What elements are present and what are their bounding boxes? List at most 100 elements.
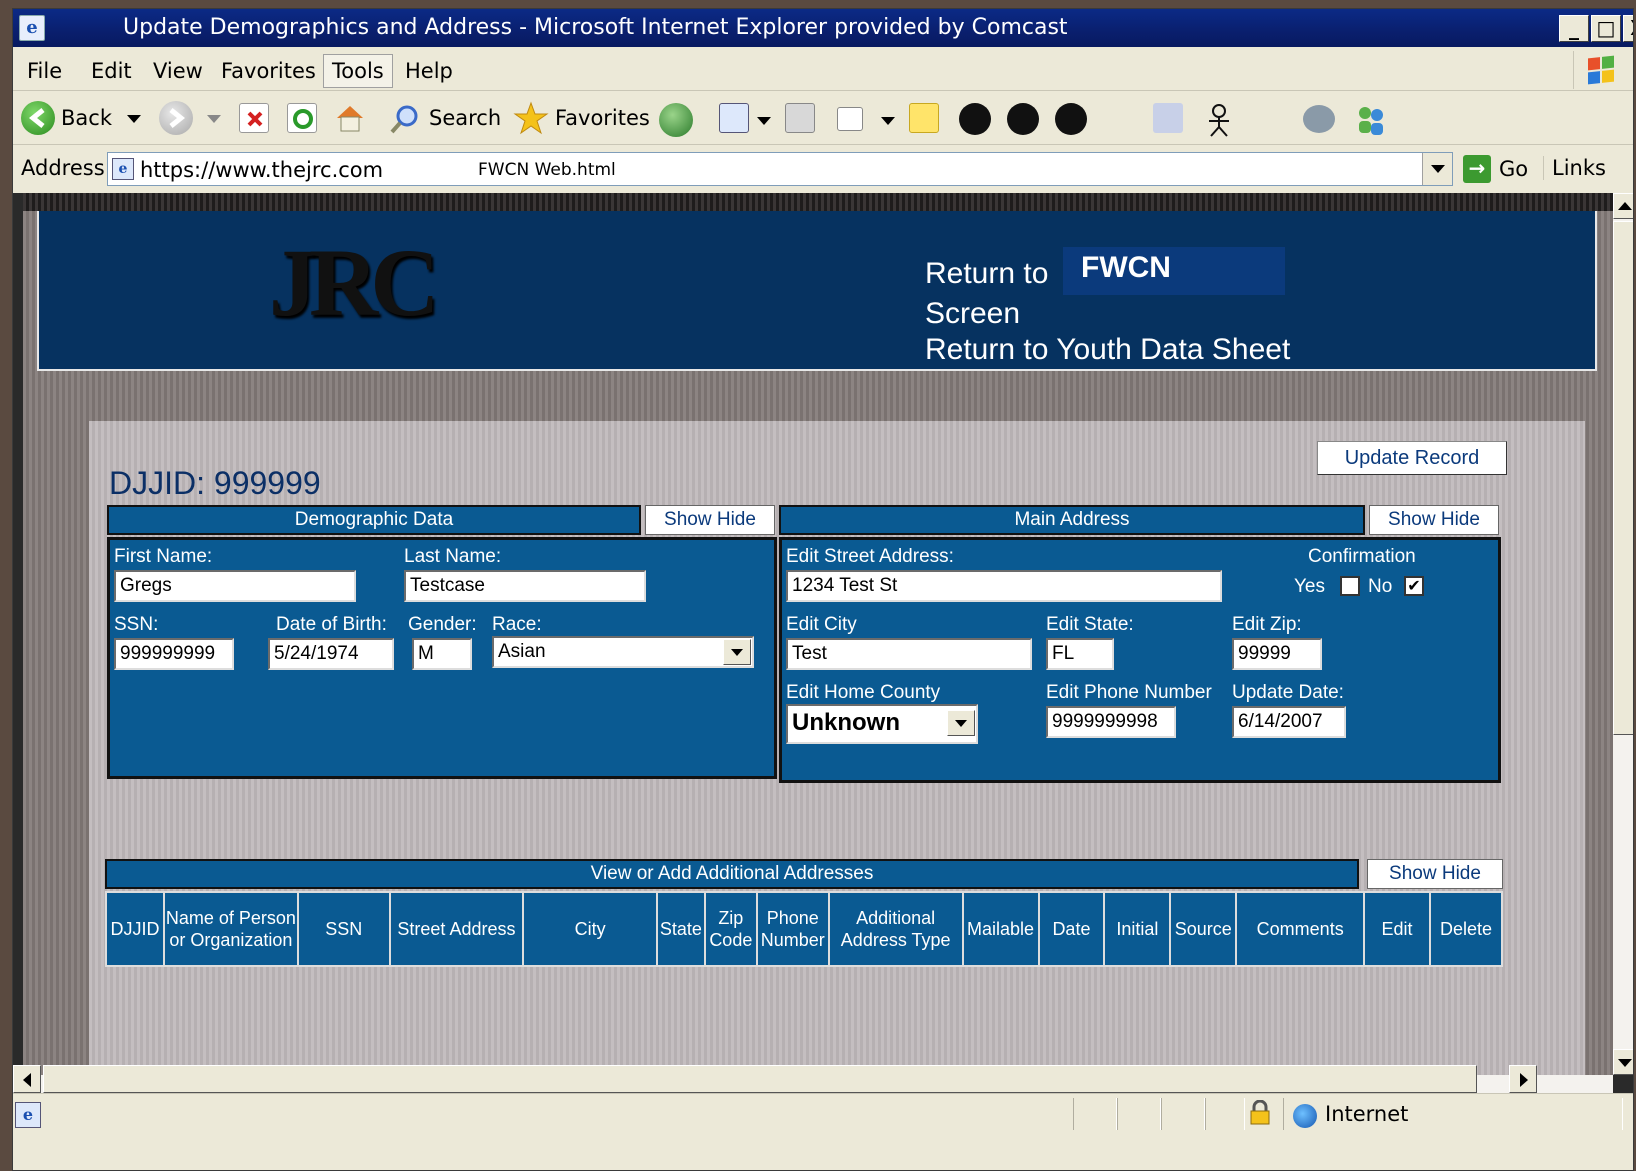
- col-delete: Delete: [1428, 891, 1504, 967]
- address-dropdown-icon[interactable]: [1422, 153, 1452, 185]
- screen-label[interactable]: Screen: [925, 297, 1020, 331]
- vertical-scrollbar[interactable]: [1613, 193, 1633, 1075]
- scroll-right-button[interactable]: [1509, 1065, 1537, 1093]
- edit-dropdown-icon[interactable]: [881, 117, 895, 125]
- print-icon[interactable]: [785, 103, 815, 133]
- home-icon[interactable]: [333, 101, 363, 132]
- return-to-link-text[interactable]: Return to: [925, 257, 1048, 291]
- page-viewport: JRC Return to FWCN Screen Return to Yout…: [13, 193, 1633, 1093]
- menu-file[interactable]: File: [19, 57, 70, 85]
- county-select[interactable]: Unknown: [786, 704, 978, 744]
- jrc-logo: JRC: [269, 223, 459, 353]
- close-button[interactable]: X: [1623, 15, 1633, 42]
- city-field[interactable]: Test: [786, 638, 1032, 670]
- windows-logo-icon: [1573, 51, 1629, 89]
- mail-icon[interactable]: [719, 103, 749, 133]
- return-to-label[interactable]: Return to: [925, 257, 1048, 290]
- confirmation-no-checkbox[interactable]: ✔: [1404, 576, 1424, 596]
- ssn-field[interactable]: 999999999: [114, 638, 234, 670]
- state-label: Edit State:: [1046, 614, 1134, 635]
- discuss-icon[interactable]: [1303, 105, 1335, 133]
- col-state: State: [655, 891, 706, 967]
- last-name-field[interactable]: Testcase: [404, 570, 646, 602]
- zip-label: Edit Zip:: [1232, 614, 1302, 635]
- scroll-left-button[interactable]: [13, 1065, 41, 1093]
- messenger-person-icon[interactable]: [1203, 103, 1233, 137]
- title-bar: e Update Demographics and Address - Micr…: [13, 9, 1633, 47]
- window-title: Update Demographics and Address - Micros…: [123, 15, 1068, 40]
- status-bar: e Internet: [13, 1093, 1633, 1133]
- refresh-icon[interactable]: [287, 103, 317, 133]
- last-name-label: Last Name:: [404, 546, 502, 567]
- research-icon[interactable]: [1153, 103, 1183, 133]
- horizontal-scrollbar[interactable]: [13, 1065, 1613, 1093]
- address-input[interactable]: e https://www.thejrc.com FWCN Web.html: [107, 152, 1453, 186]
- menu-tools[interactable]: Tools: [323, 54, 393, 88]
- col-phone-number: Phone Number: [755, 891, 830, 967]
- page-icon: e: [112, 158, 134, 180]
- maximize-button[interactable]: □: [1591, 15, 1621, 42]
- e-circle-icon[interactable]: [1055, 103, 1087, 135]
- menu-edit[interactable]: Edit: [83, 57, 140, 85]
- update-date-field[interactable]: 6/14/2007: [1232, 706, 1346, 738]
- edit-word-icon[interactable]: [837, 107, 863, 131]
- phone-field[interactable]: 9999999998: [1046, 706, 1176, 738]
- stop-icon[interactable]: [239, 103, 269, 133]
- forward-dropdown-icon[interactable]: [207, 115, 221, 123]
- demographic-show-hide-button[interactable]: Show Hide: [645, 505, 775, 535]
- return-youth-data-sheet-link[interactable]: Return to Youth Data Sheet: [925, 333, 1290, 367]
- race-select[interactable]: Asian: [492, 636, 754, 668]
- col-edit: Edit: [1363, 891, 1431, 967]
- mail-dropdown-icon[interactable]: [757, 117, 771, 125]
- horizontal-scroll-thumb[interactable]: [43, 1065, 1477, 1093]
- col-city: City: [522, 891, 658, 967]
- vertical-scroll-thumb[interactable]: [1613, 221, 1633, 735]
- back-dropdown-icon[interactable]: [127, 115, 141, 123]
- street-field[interactable]: 1234 Test St: [786, 570, 1222, 602]
- history-icon[interactable]: [659, 103, 693, 137]
- forward-button[interactable]: [159, 101, 229, 137]
- back-button[interactable]: Back: [19, 101, 143, 137]
- zip-field[interactable]: 99999: [1232, 638, 1322, 670]
- status-pane: [1073, 1098, 1117, 1130]
- menu-view[interactable]: View: [145, 57, 211, 85]
- additional-show-hide-button[interactable]: Show Hide: [1367, 859, 1503, 889]
- favorites-button[interactable]: Favorites: [513, 101, 650, 137]
- chevron-down-icon[interactable]: [947, 710, 975, 736]
- col-mailable: Mailable: [961, 891, 1040, 967]
- table-header-row: DJJID Name of Person or Organization SSN…: [105, 891, 1504, 967]
- col-street-address: Street Address: [388, 891, 525, 967]
- menu-favorites[interactable]: Favorites: [213, 57, 324, 85]
- state-field[interactable]: FL: [1046, 638, 1114, 670]
- scroll-up-button[interactable]: [1613, 193, 1633, 219]
- globe-icon: [1293, 1104, 1317, 1128]
- search-button[interactable]: Search: [389, 101, 501, 137]
- main-address-header: Main Address: [779, 505, 1365, 535]
- confirmation-yes-checkbox[interactable]: [1340, 576, 1360, 596]
- go-label: Go: [1499, 157, 1529, 181]
- note-icon[interactable]: [909, 103, 939, 133]
- messenger-icon[interactable]: [1353, 103, 1383, 135]
- help-circle-icon[interactable]: [959, 103, 991, 135]
- phone-label: Edit Phone Number: [1046, 682, 1212, 703]
- scroll-down-button[interactable]: [1613, 1049, 1633, 1075]
- back-label: Back: [61, 106, 112, 130]
- copyright-icon[interactable]: [1007, 103, 1039, 135]
- main-address-show-hide-button[interactable]: Show Hide: [1369, 505, 1499, 535]
- update-record-button[interactable]: Update Record: [1317, 441, 1507, 475]
- search-icon: [390, 105, 418, 134]
- citi-icon[interactable]: [1103, 105, 1133, 135]
- ie-app-icon[interactable]: e: [19, 15, 45, 41]
- jrc-logo-text: JRC: [269, 229, 440, 336]
- first-name-label: First Name:: [114, 546, 213, 567]
- menu-help[interactable]: Help: [397, 57, 461, 85]
- fwcn-link[interactable]: FWCN: [1063, 247, 1285, 295]
- minimize-button[interactable]: _: [1559, 15, 1589, 42]
- links-button[interactable]: Links: [1543, 156, 1606, 180]
- dob-field[interactable]: 5/24/1974: [268, 638, 394, 670]
- browser-window: e Update Demographics and Address - Micr…: [12, 8, 1634, 1171]
- gender-field[interactable]: M: [412, 638, 472, 670]
- chevron-down-icon[interactable]: [723, 639, 751, 665]
- first-name-field[interactable]: Gregs: [114, 570, 356, 602]
- race-label: Race:: [492, 614, 542, 635]
